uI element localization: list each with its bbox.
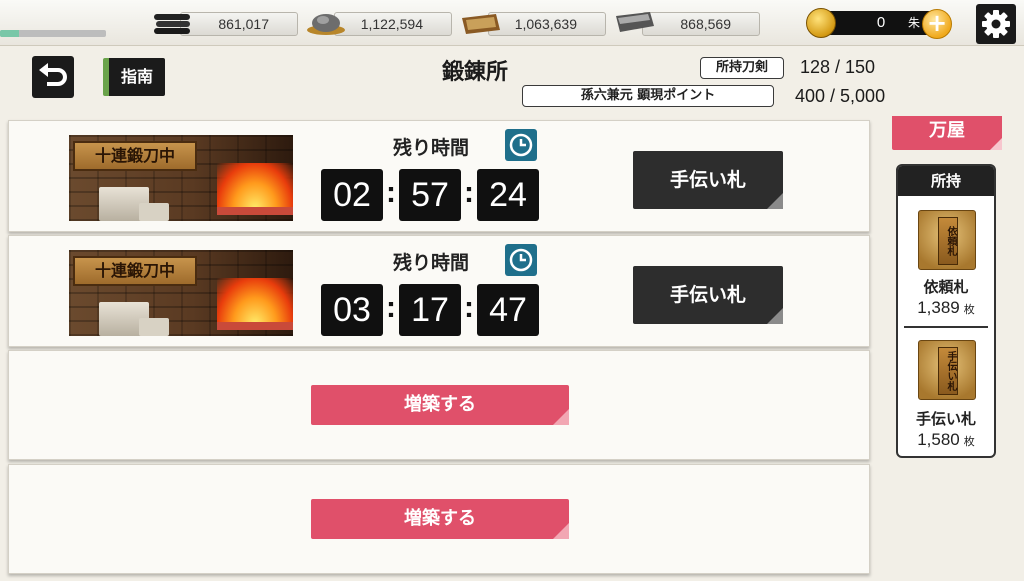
expand-button[interactable]: 増築する xyxy=(311,499,569,539)
remaining-time-label: 残り時間 xyxy=(392,252,469,274)
banner-sign: 十連鍛刀中 xyxy=(73,256,197,286)
tamahagane-icon xyxy=(307,14,345,35)
expand-label: 増築する xyxy=(404,394,476,415)
owned-header: 所持 xyxy=(898,166,994,196)
help-token-icon: 手伝い札 xyxy=(918,340,976,400)
help-token-label: 手伝い札 xyxy=(669,284,746,306)
timer-hours: 02 xyxy=(321,169,383,221)
coin-unit: 朱 xyxy=(908,16,921,30)
timer-minutes: 17 xyxy=(399,284,461,336)
fire-graphic xyxy=(217,278,293,324)
progress-bar xyxy=(0,30,106,37)
remaining-time-label: 残り時間 xyxy=(392,137,469,159)
timer-colon: : xyxy=(386,176,396,209)
help-token-button[interactable]: 手伝い札 xyxy=(633,266,783,324)
charcoal-value: 861,017 xyxy=(180,12,298,36)
empty-forge-slot: 増築する xyxy=(8,350,870,460)
coolant-value: 1,063,639 xyxy=(488,12,606,36)
whetstone-value: 868,569 xyxy=(642,12,760,36)
forging-banner: 十連鍛刀中 xyxy=(69,135,293,221)
timer-colon: : xyxy=(464,176,474,209)
banner-sign: 十連鍛刀中 xyxy=(73,141,197,171)
coin-counter: 0 朱 + xyxy=(806,8,954,39)
timer-seconds: 47 xyxy=(477,284,539,336)
divider xyxy=(904,326,988,328)
timer-seconds: 24 xyxy=(477,169,539,221)
steel-value: 1,122,594 xyxy=(334,12,452,36)
help-token-label: 手伝い札 xyxy=(669,169,746,191)
coolant-icon xyxy=(462,14,500,34)
item-name: 手伝い札 xyxy=(915,410,976,428)
clock-icon xyxy=(505,244,537,276)
swords-value: 128 / 150 xyxy=(800,57,876,77)
timer-colon: : xyxy=(386,291,396,324)
forging-banner: 十連鍛刀中 xyxy=(69,250,293,336)
shop-label: 万屋 xyxy=(929,120,965,141)
progress-fill xyxy=(0,30,20,37)
empty-forge-slot: 増築する xyxy=(8,464,870,574)
page-title: 鍛錬所 xyxy=(441,59,508,85)
request-token-icon: 依頼札 xyxy=(918,210,976,270)
clock-icon xyxy=(505,129,537,161)
resource-bar: 861,017 1,122,594 1,063,639 868,569 0 朱 … xyxy=(0,0,1024,46)
charcoal-icon xyxy=(154,14,190,34)
help-token-button[interactable]: 手伝い札 xyxy=(633,151,783,209)
expand-button[interactable]: 増築する xyxy=(311,385,569,425)
swords-label: 所持刀剣 xyxy=(700,57,784,79)
expand-label: 増築する xyxy=(404,508,476,529)
gear-icon xyxy=(982,10,1010,38)
guide-button[interactable]: 指南 xyxy=(103,58,165,96)
forge-slot: 十連鍛刀中 残り時間 03 : 17 : 47 手伝い札 xyxy=(8,235,870,347)
shop-button[interactable]: 万屋 xyxy=(892,116,1002,150)
koban-coin-icon xyxy=(806,8,836,38)
settings-button[interactable] xyxy=(976,4,1016,44)
timer-hours: 03 xyxy=(321,284,383,336)
coin-pill: 0 朱 xyxy=(824,11,936,35)
fire-graphic xyxy=(217,163,293,209)
timer-colon: : xyxy=(464,291,474,324)
item-count: 1,580 枚 xyxy=(917,430,975,449)
whetstone-icon xyxy=(616,12,654,32)
back-arrow-icon xyxy=(39,63,67,86)
points-value: 400 / 5,000 xyxy=(795,86,886,106)
timer-minutes: 57 xyxy=(399,169,461,221)
item-count: 1,389 枚 xyxy=(917,298,975,317)
owned-items-panel: 所持 依頼札 依頼札 1,389 枚 手伝い札 手伝い札 1,580 枚 xyxy=(896,164,996,458)
points-label: 孫六兼元 顕現ポイント xyxy=(522,85,774,107)
item-name: 依頼札 xyxy=(923,278,969,296)
forge-slot: 十連鍛刀中 残り時間 02 : 57 : 24 手伝い札 xyxy=(8,120,870,232)
back-button[interactable] xyxy=(32,56,74,98)
buy-coins-button[interactable]: + xyxy=(922,9,952,39)
coin-value: 0 xyxy=(876,14,886,31)
